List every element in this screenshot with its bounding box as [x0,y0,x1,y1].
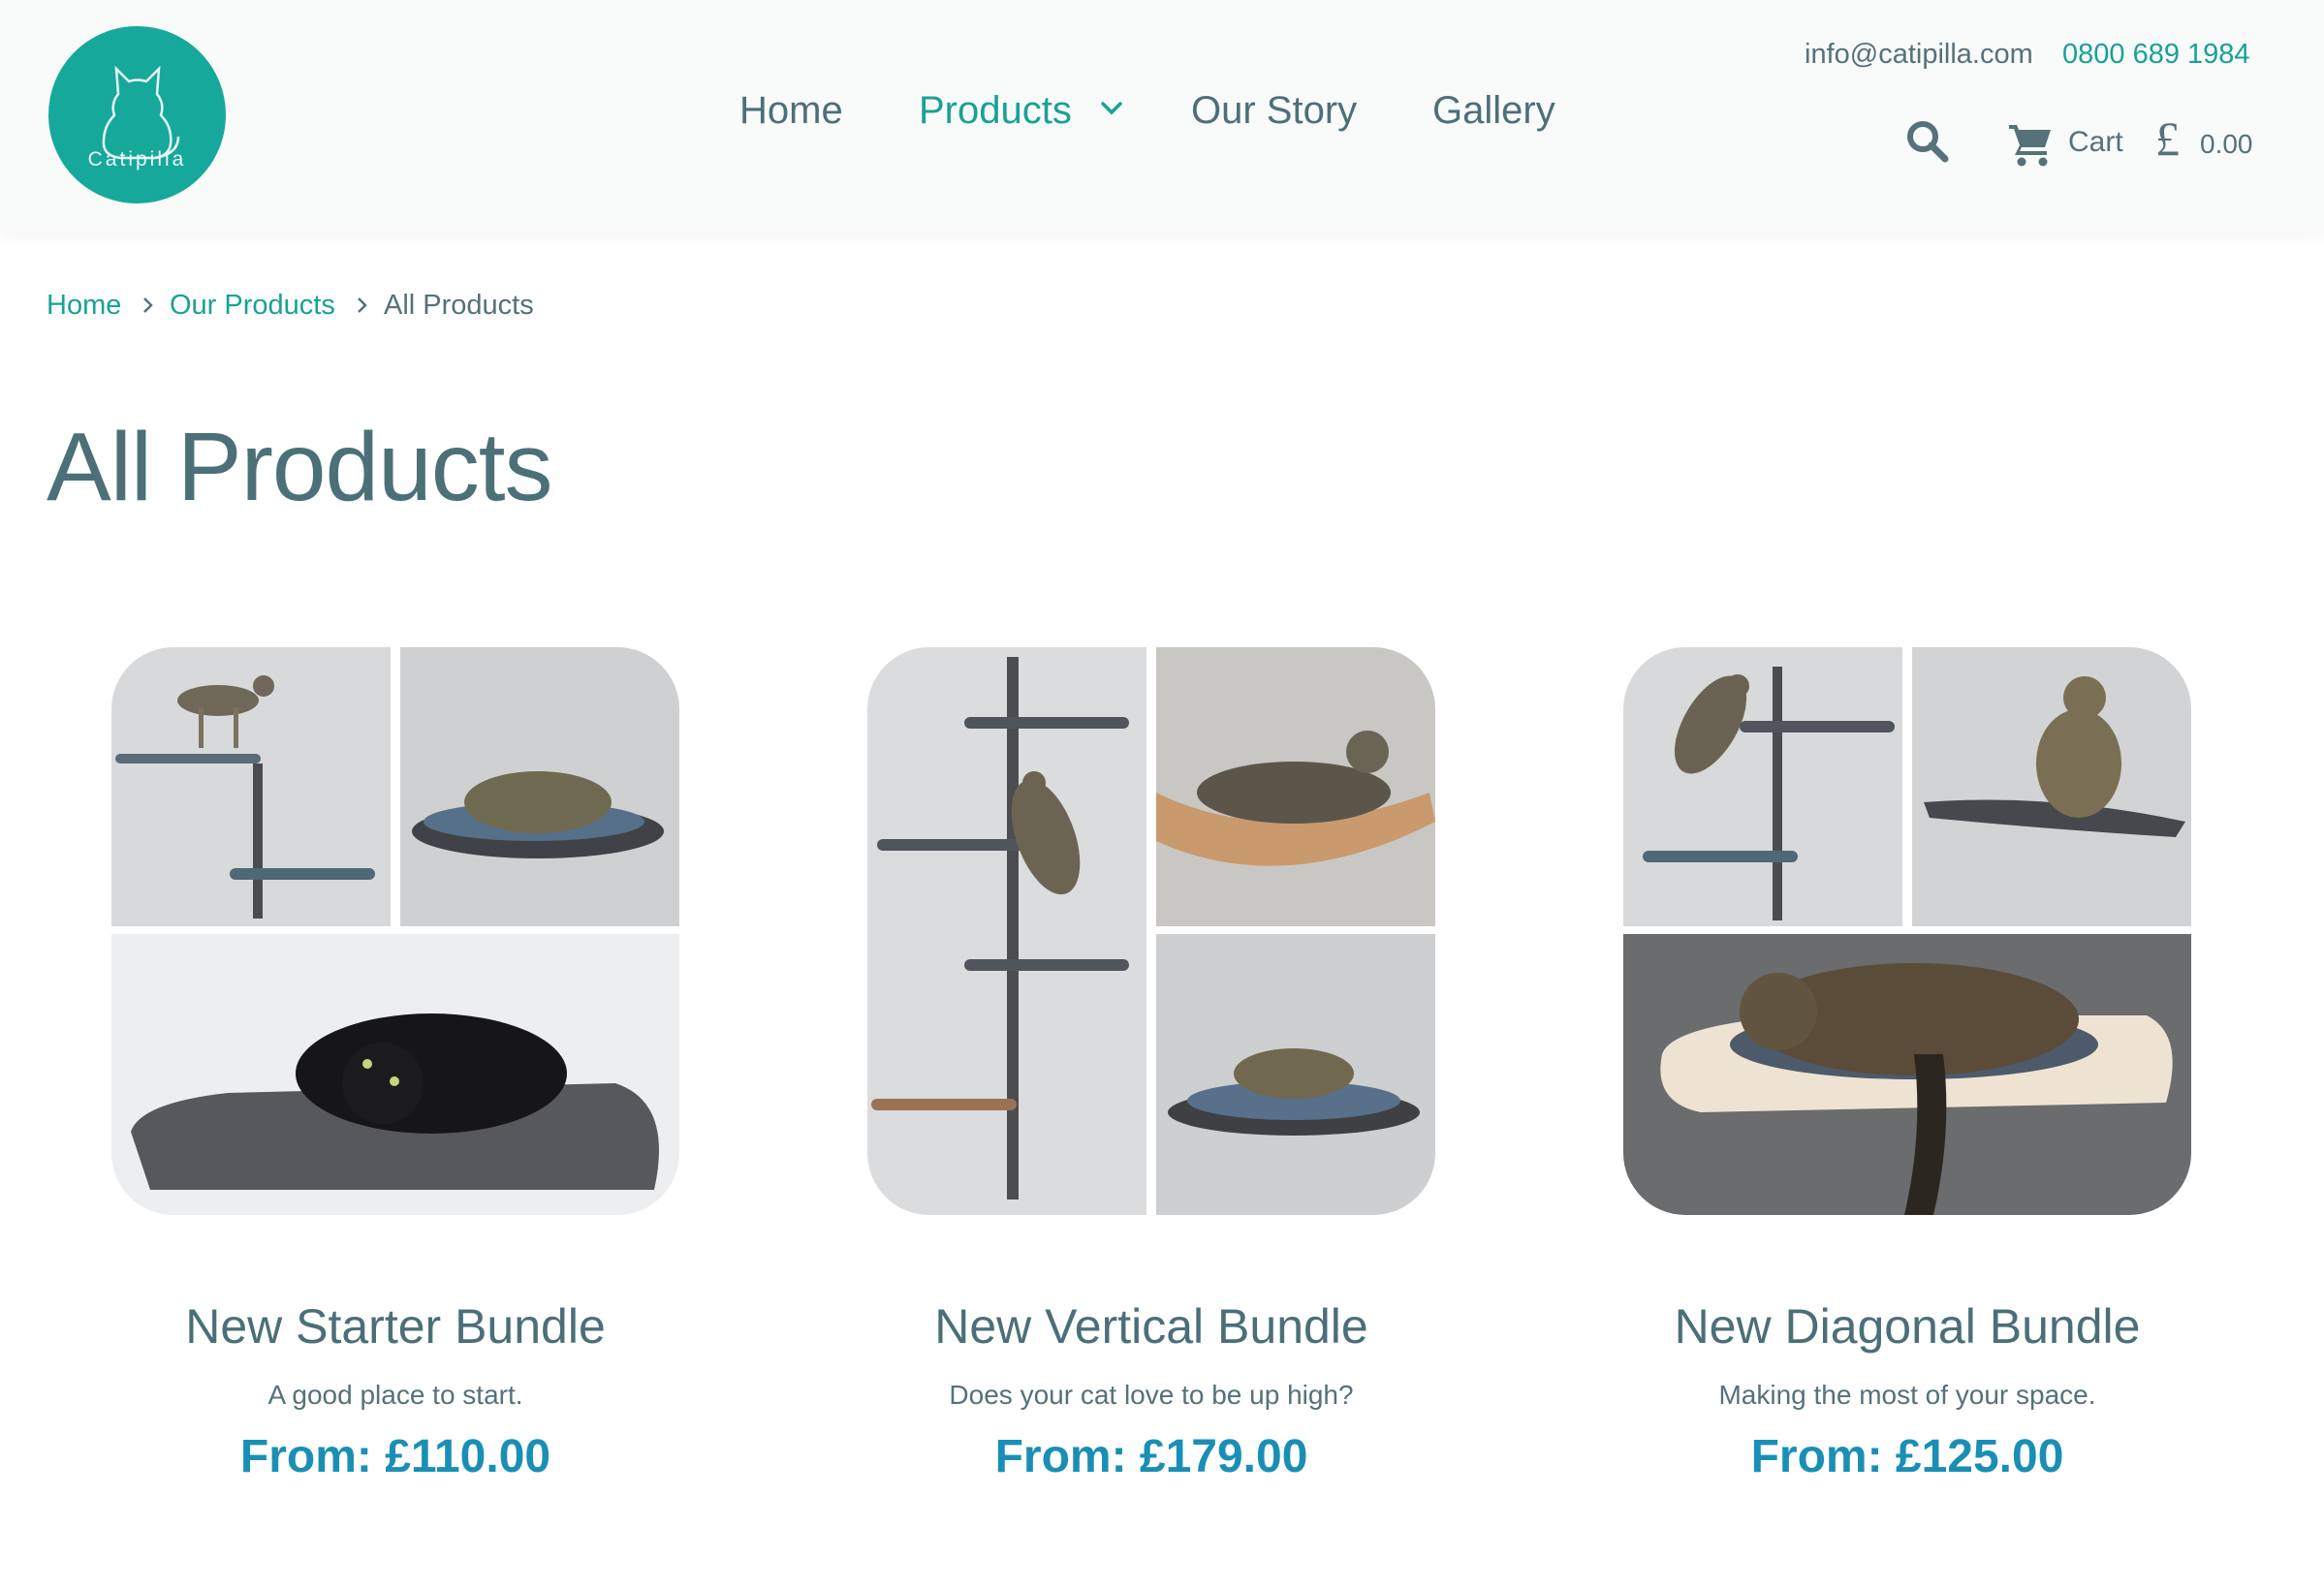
cart-total: 0.00 [2200,129,2253,159]
product-name[interactable]: New Vertical Bundle [809,1298,1493,1355]
page-title: All Products [47,413,553,521]
product-name[interactable]: New Starter Bundle [53,1298,738,1355]
pound-currency-icon: £ [2155,111,2180,166]
product-photo [867,647,1435,1215]
chevron-right-icon [358,297,367,313]
product-card-vertical[interactable]: New Vertical Bundle Does your cat love t… [867,647,1439,1519]
product-price: From: £110.00 [239,1431,551,1482]
shopping-cart-icon[interactable] [2006,120,2055,169]
cat-silhouette-icon [102,65,180,160]
product-price: From: £179.00 [994,1431,1308,1482]
site-header: Catipilla Home Products Our Story Galler… [0,0,2324,233]
chevron-down-icon[interactable] [1099,100,1124,117]
product-image-collage[interactable] [111,647,679,1215]
nav-gallery[interactable]: Gallery [1432,89,1555,133]
product-tagline: Making the most of your space. [1718,1380,2096,1410]
product-price: From: £125.00 [1750,1431,2064,1482]
contact-phone-link[interactable]: 0800 689 1984 [2062,39,2250,71]
product-tagline: Does your cat love to be up high? [949,1380,1354,1410]
product-image-collage[interactable] [867,647,1435,1215]
breadcrumb-our-products[interactable]: Our Products [170,290,335,322]
nav-home[interactable]: Home [739,89,843,133]
product-card-starter[interactable]: New Starter Bundle A good place to start… [111,647,683,1519]
breadcrumb-current: All Products [384,290,534,321]
product-photo [111,647,679,1215]
catipilla-logo[interactable]: Catipilla [48,26,226,203]
product-image-collage[interactable] [1623,647,2191,1215]
product-name[interactable]: New Diagonal Bundle [1565,1298,2249,1355]
chevron-right-icon [143,297,153,313]
nav-our-story[interactable]: Our Story [1191,89,1357,133]
cart-link[interactable]: Cart [2068,126,2123,159]
nav-products[interactable]: Products [919,89,1072,133]
breadcrumb-home[interactable]: Home [47,290,121,322]
contact-email-link[interactable]: info@catipilla.com [1805,39,2033,71]
product-photo [1623,647,2191,1215]
search-icon[interactable] [1904,118,1953,167]
product-tagline: A good place to start. [267,1380,523,1410]
product-card-diagonal[interactable]: New Diagonal Bundle Making the most of y… [1623,647,2195,1519]
logo-wordmark: Catipilla [87,148,187,171]
